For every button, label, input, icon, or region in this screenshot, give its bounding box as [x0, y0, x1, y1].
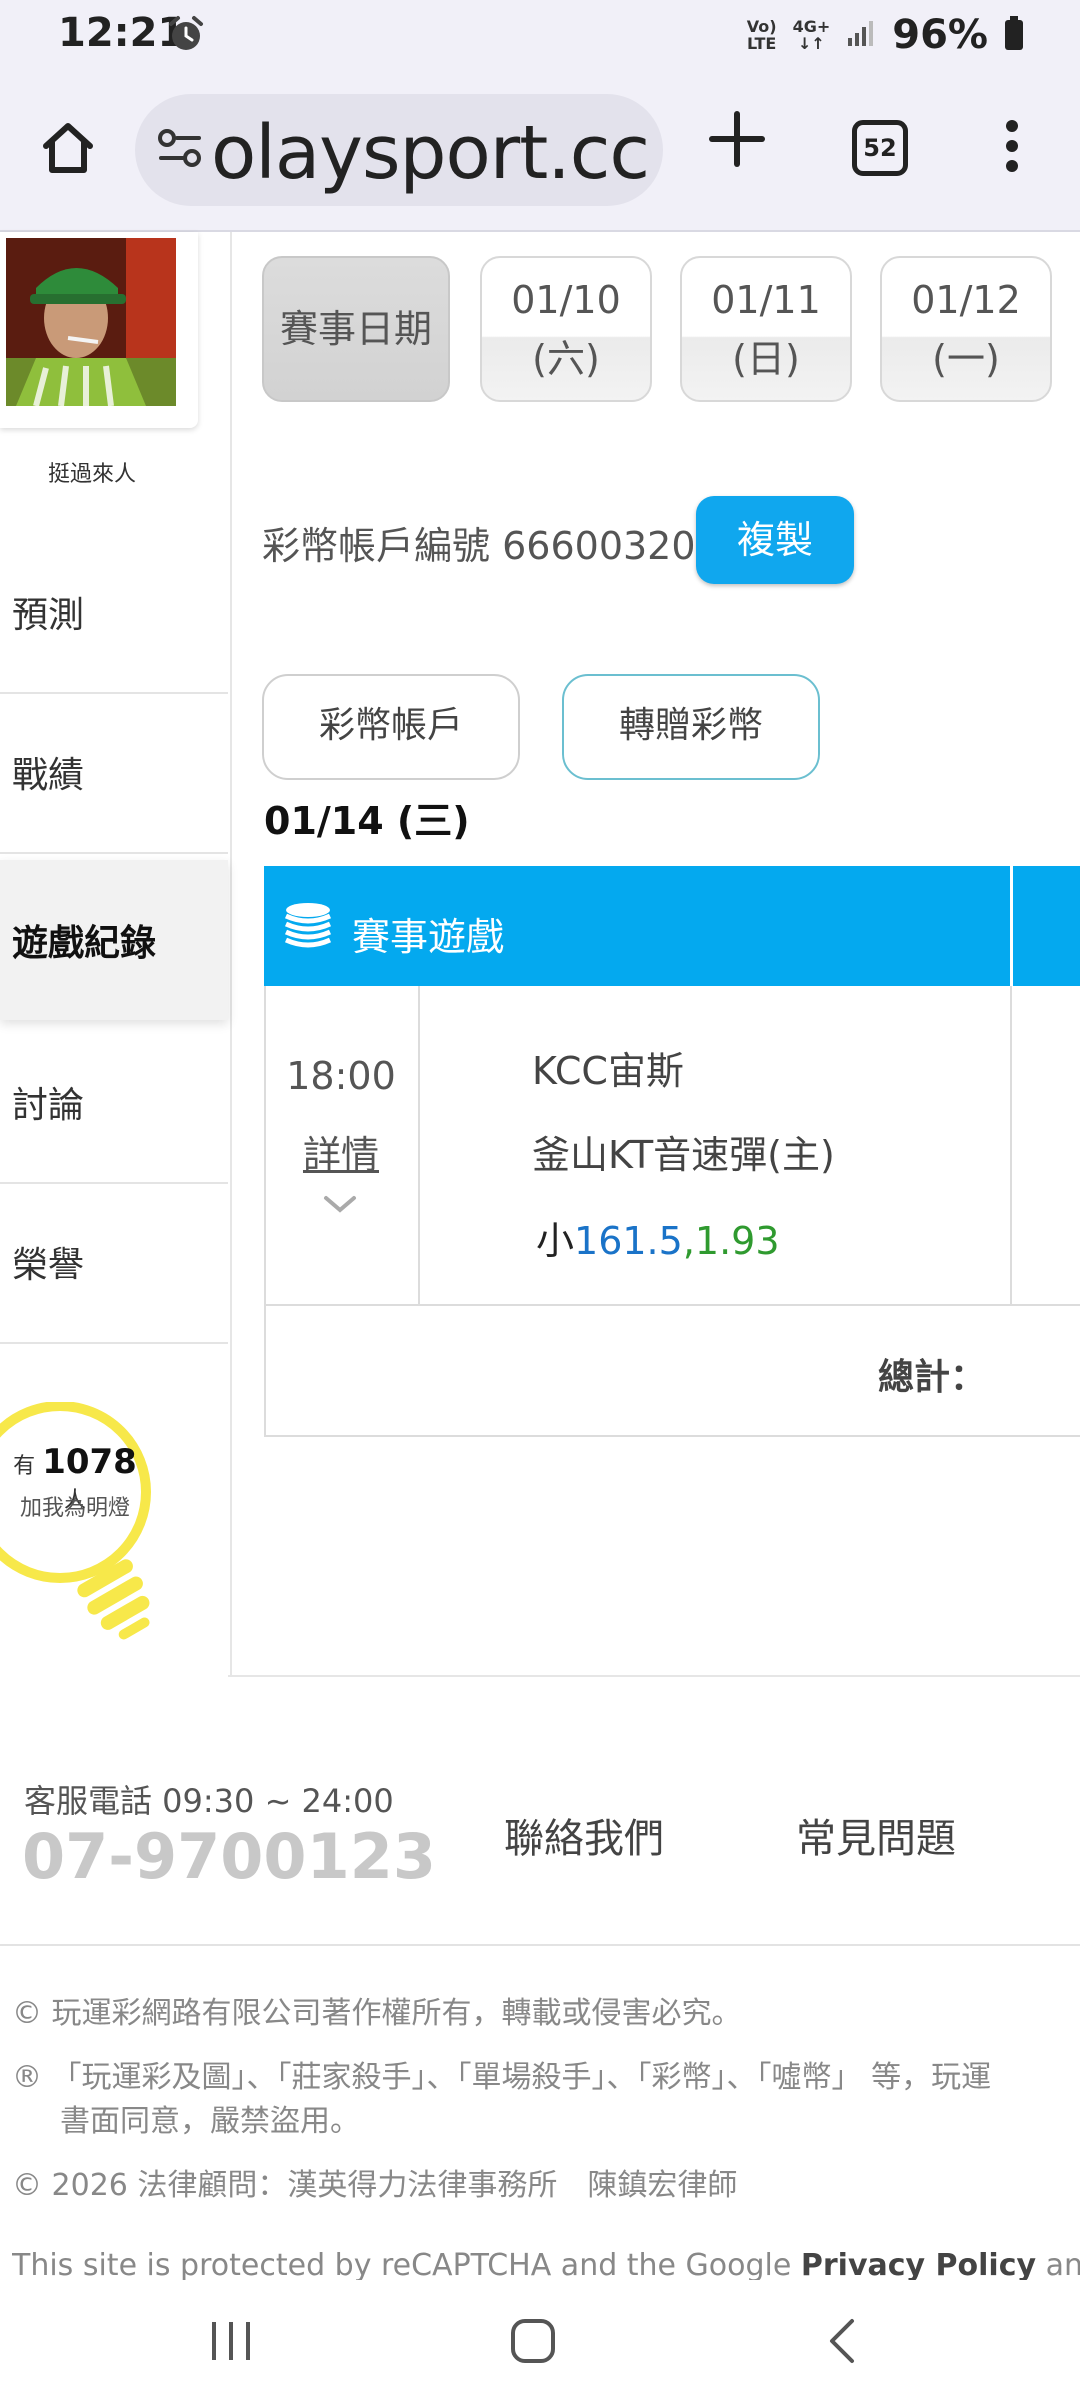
- transfer-coins-button[interactable]: 轉贈彩幣: [562, 674, 820, 780]
- table-header-label: 賽事遊戲: [352, 915, 505, 959]
- away-team: KCC宙斯: [532, 1049, 684, 1093]
- recaptcha-notice: This site is protected by reCAPTCHA and …: [12, 2248, 1080, 2280]
- account-number-label: 彩幣帳戶編號: [262, 524, 491, 568]
- copyright-text: © 玩運彩網路有限公司著作權所有，轉載或侵害必究。: [12, 1996, 742, 2031]
- signal-icon: [846, 18, 876, 52]
- sidebar-item-predict[interactable]: 預測: [0, 532, 228, 694]
- fans-count: 1078: [42, 1442, 137, 1482]
- date-button-0110[interactable]: 01/10 (六): [480, 256, 652, 402]
- browser-toolbar: olaysport.cc 52: [0, 70, 1080, 232]
- trademark-text-cont: 書面同意，嚴禁盜用。: [60, 2104, 360, 2139]
- home-nav-icon[interactable]: [508, 2316, 558, 2370]
- account-number: 66600320: [502, 524, 696, 568]
- date-button-0111[interactable]: 01/11 (日): [680, 256, 852, 402]
- total-label: 總計：: [878, 1357, 987, 1398]
- system-nav-bar: [0, 2282, 1080, 2408]
- follow-label[interactable]: 加我為明燈: [0, 1490, 150, 1522]
- privacy-policy-link[interactable]: Privacy Policy: [801, 2248, 1036, 2280]
- more-vert-icon[interactable]: [1000, 118, 1024, 178]
- username[interactable]: 挺過來人: [0, 456, 184, 488]
- home-icon[interactable]: [38, 118, 98, 182]
- sidebar-item-record[interactable]: 戰績: [0, 692, 228, 854]
- plus-icon[interactable]: [706, 108, 768, 174]
- avatar[interactable]: [6, 238, 176, 406]
- sidebar-item-honor[interactable]: 榮譽: [0, 1182, 228, 1344]
- home-team: 釜山KT音速彈(主): [532, 1133, 835, 1177]
- avatar-card[interactable]: [0, 232, 198, 428]
- status-bar: 12:21 Vo) LTE 4G+ ↓↑ 96%: [0, 0, 1080, 70]
- lightbulb-icon[interactable]: [0, 1401, 170, 1646]
- coins-icon: [282, 900, 334, 956]
- faq-link[interactable]: 常見問題: [796, 1806, 956, 1864]
- sidebar-item-game-log[interactable]: 遊戲紀錄: [0, 860, 228, 1020]
- coin-account-button[interactable]: 彩幣帳戶: [262, 674, 520, 780]
- trademark-text: ® 「玩運彩及圖」、「莊家殺手」、「單場殺手」、「彩幣」、「噓幣」 等，玩運: [12, 2060, 992, 2095]
- row-divider: [264, 1304, 1080, 1306]
- tune-icon[interactable]: [157, 128, 203, 172]
- alarm-icon: [166, 14, 206, 58]
- account-number-line: 彩幣帳戶編號 66600320: [262, 515, 696, 570]
- recent-apps-icon[interactable]: [206, 2316, 256, 2370]
- legal-advisor-text: © 2026 法律顧問：漢英得力法律事務所 陳鎮宏律師: [12, 2168, 738, 2203]
- back-icon[interactable]: [818, 2316, 868, 2370]
- column-divider: [418, 986, 420, 1304]
- footer-divider: [0, 1944, 1080, 1946]
- tab-switcher-button[interactable]: 52: [852, 120, 908, 176]
- record-date-heading: 01/14 (三): [264, 799, 470, 843]
- details-link[interactable]: 詳情: [264, 1124, 418, 1179]
- contact-us-link[interactable]: 聯絡我們: [504, 1806, 664, 1864]
- date-button-0112[interactable]: 01/12 (一): [880, 256, 1052, 402]
- chevron-down-icon[interactable]: [322, 1192, 358, 1220]
- table-bottom-border: [264, 1435, 1080, 1437]
- sidebar-item-discussion[interactable]: 討論: [0, 1022, 228, 1184]
- battery-icon: [1004, 16, 1024, 54]
- battery-percent: 96%: [892, 12, 988, 58]
- copy-button[interactable]: 複製: [696, 496, 854, 584]
- bet-selection: 小161.5,1.93: [536, 1210, 780, 1265]
- url-bar[interactable]: olaysport.cc: [135, 94, 663, 206]
- bet-pick: 小: [536, 1219, 575, 1263]
- network-indicator: 4G+ ↓↑: [792, 17, 831, 53]
- service-phone[interactable]: 07-9700123: [22, 1820, 436, 1893]
- url-text[interactable]: olaysport.cc: [211, 110, 650, 196]
- date-filter-label: 賽事日期: [262, 256, 450, 402]
- header-divider: [1010, 866, 1013, 986]
- game-time: 18:00: [286, 1054, 396, 1098]
- bet-odds: ,1.93: [682, 1219, 780, 1263]
- sidebar: 挺過來人 預測 戰績 遊戲紀錄 討論 榮譽 有 1078 人 加我為明燈: [0, 232, 232, 1677]
- service-hours: 客服電話 09:30 ~ 24:00: [24, 1782, 394, 1820]
- volte-indicator: Vo) LTE: [746, 17, 777, 53]
- bet-line: 161.5: [574, 1219, 683, 1263]
- column-divider: [1010, 986, 1012, 1304]
- content-divider: [228, 1675, 1080, 1677]
